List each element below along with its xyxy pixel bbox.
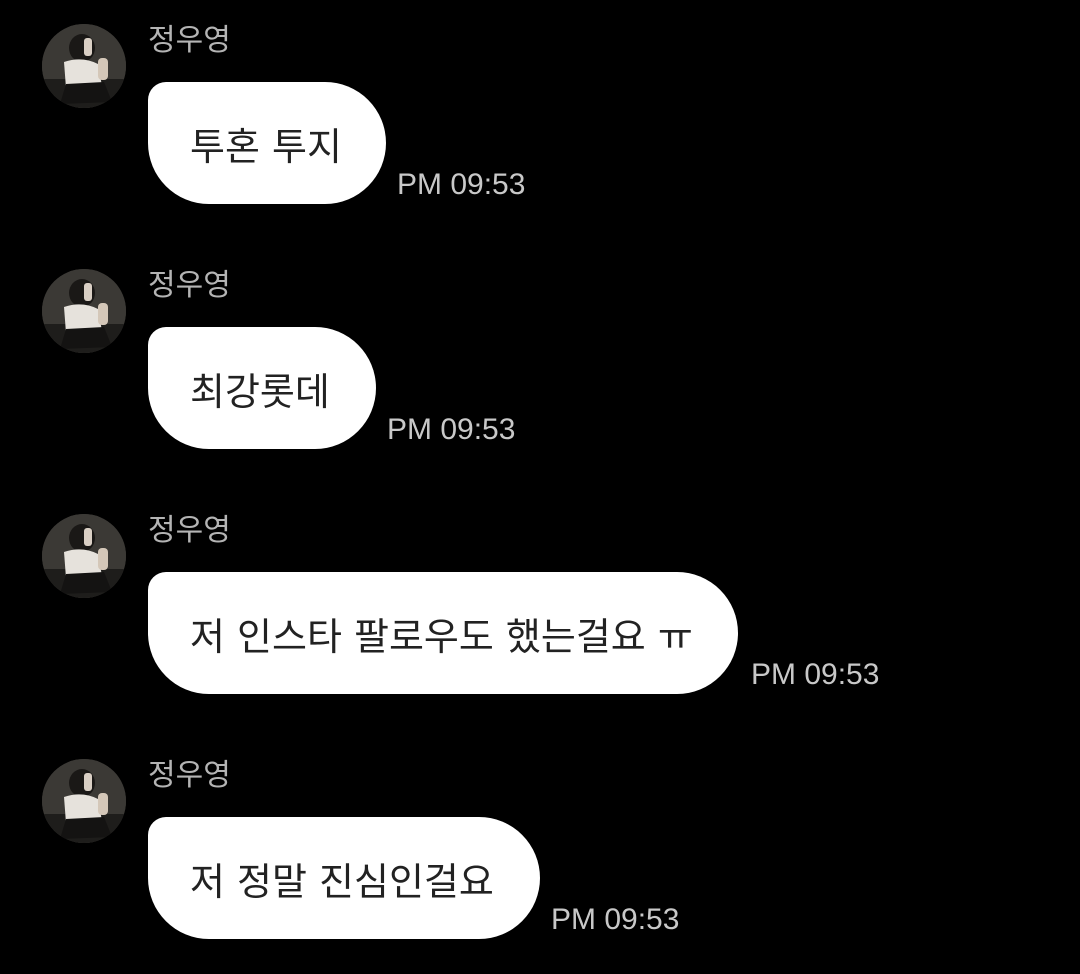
message-time: PM 09:53 <box>751 658 880 691</box>
message-time: PM 09:53 <box>387 413 516 446</box>
avatar[interactable] <box>42 514 126 598</box>
message-bubble[interactable]: 저 정말 진심인걸요 <box>148 817 540 939</box>
profile-photo-icon <box>42 514 126 598</box>
profile-photo-icon <box>42 759 126 843</box>
sender-name: 정우영 <box>148 268 231 303</box>
sender-name: 정우영 <box>148 758 231 793</box>
avatar[interactable] <box>42 24 126 108</box>
avatar[interactable] <box>42 269 126 353</box>
message-bubble[interactable]: 최강롯데 <box>148 327 376 449</box>
sender-name: 정우영 <box>148 23 231 58</box>
profile-photo-icon <box>42 24 126 108</box>
avatar[interactable] <box>42 759 126 843</box>
message-row: 정우영 투혼 투지 PM 09:53 <box>0 24 1080 224</box>
message-time: PM 09:53 <box>551 903 680 936</box>
message-bubble[interactable]: 저 인스타 팔로우도 했는걸요 ㅠ <box>148 572 738 694</box>
profile-photo-icon <box>42 269 126 353</box>
message-bubble[interactable]: 투혼 투지 <box>148 82 386 204</box>
message-row: 정우영 저 정말 진심인걸요 PM 09:53 <box>0 759 1080 959</box>
message-row: 정우영 최강롯데 PM 09:53 <box>0 269 1080 469</box>
sender-name: 정우영 <box>148 513 231 548</box>
message-time: PM 09:53 <box>397 168 526 201</box>
message-row: 정우영 저 인스타 팔로우도 했는걸요 ㅠ PM 09:53 <box>0 514 1080 714</box>
